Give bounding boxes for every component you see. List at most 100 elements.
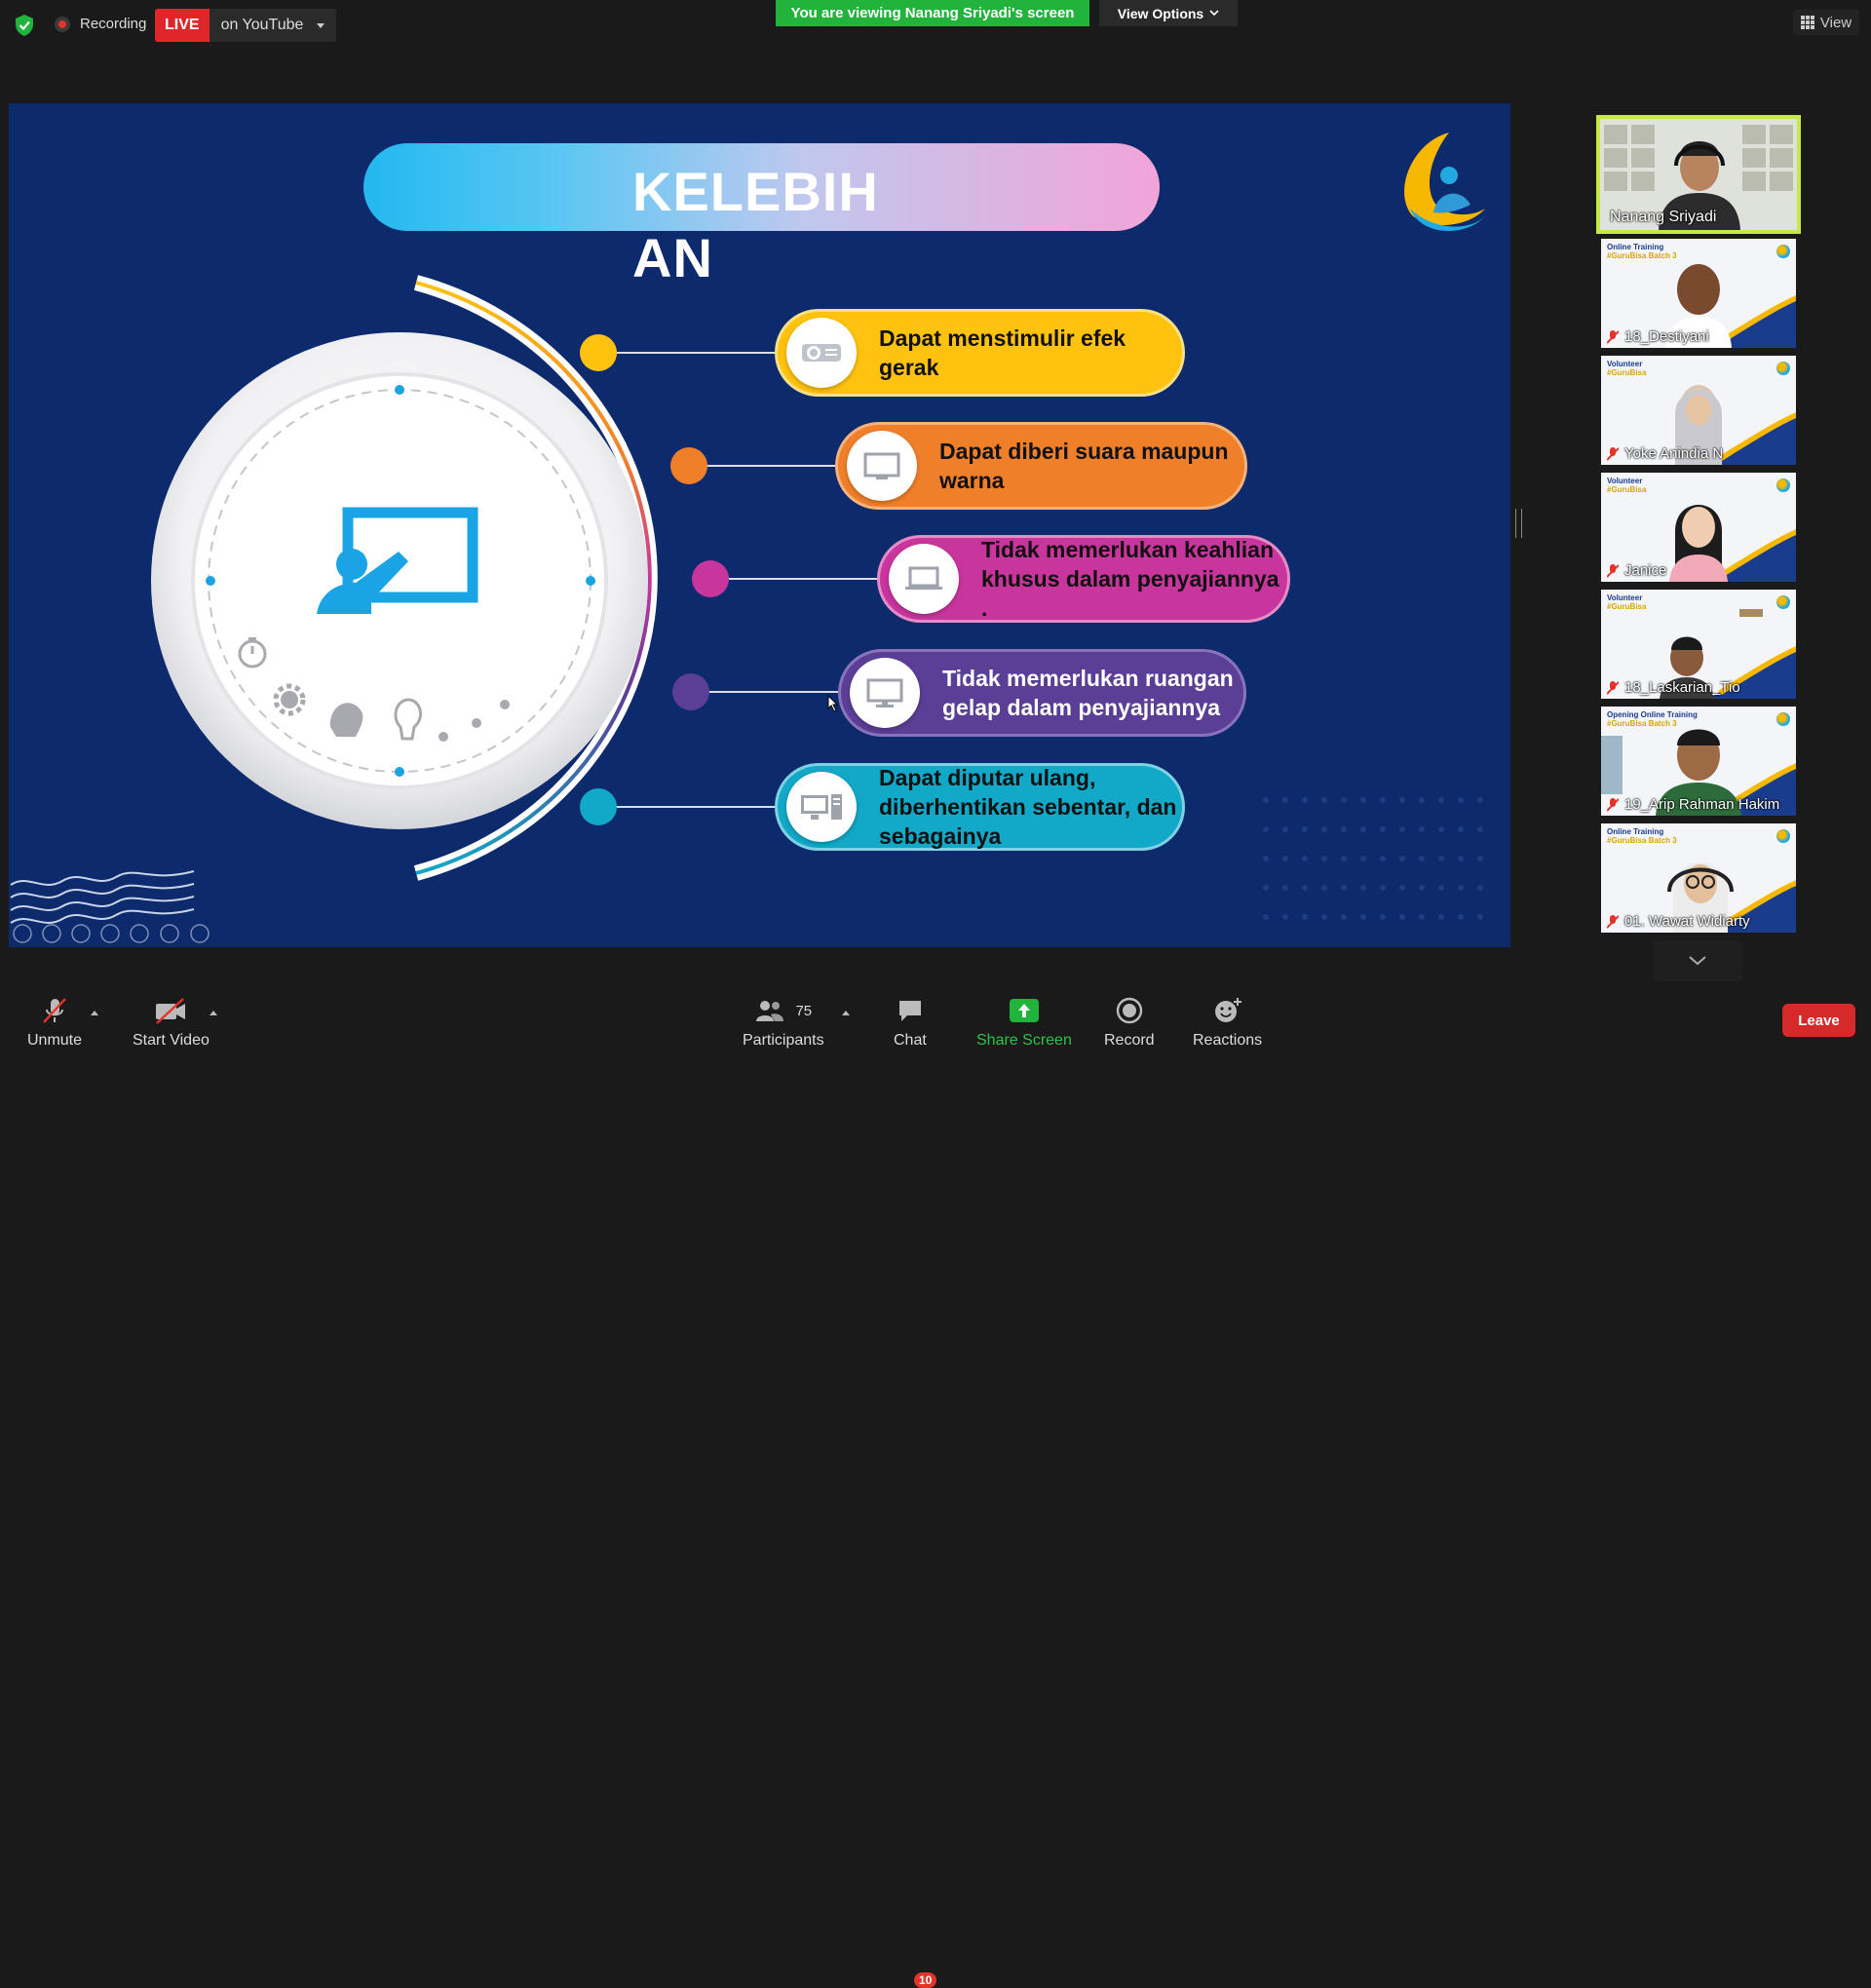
gallery-scroll-down-button[interactable]: [1653, 940, 1742, 981]
audio-options-caret[interactable]: [91, 1011, 98, 1015]
active-speaker-tile[interactable]: Nanang Sriyadi: [1596, 115, 1801, 234]
leave-button[interactable]: Leave: [1782, 1004, 1855, 1037]
advantage-item-5: Dapat diputar ulang, diberhentikan seben…: [775, 763, 1185, 851]
participant-name: Yoke Anindia N: [1607, 445, 1723, 462]
participant-tile[interactable]: Volunteer #GuruBisa Janice: [1601, 473, 1796, 582]
view-button[interactable]: View: [1793, 10, 1859, 35]
mic-muted-icon: [1607, 680, 1619, 695]
mouse-cursor-icon: [827, 695, 839, 712]
participant-tile[interactable]: Online Training #GuruBisa Batch 3 01. Waw…: [1601, 823, 1796, 933]
view-label: View: [1819, 14, 1852, 31]
arc-dot-4: [672, 673, 709, 710]
monitor-icon: [847, 431, 917, 501]
participants-icon: [756, 1001, 784, 1021]
caret-down-icon: [317, 22, 325, 28]
gurubisa-logo-icon: [1776, 829, 1790, 843]
desktop-icon: [850, 658, 920, 728]
participants-options-caret[interactable]: [842, 1011, 850, 1015]
tile-tag: Opening Online Training #GuruBisa Batch 3: [1607, 710, 1698, 728]
mic-muted-icon: [1607, 914, 1619, 929]
advantage-item-2: Dapat diberi suara maupun warna: [835, 422, 1247, 510]
advantage-item-4: Tidak memerlukan ruangan gelap dalam pen…: [838, 649, 1246, 737]
record-dot-icon: [55, 16, 70, 32]
live-stream-button[interactable]: LIVE on YouTube: [155, 9, 337, 42]
advantage-item-1: Dapat menstimulir efek gerak: [775, 309, 1185, 397]
participant-tile[interactable]: Volunteer #GuruBisa 18_Laskarian_Tio: [1601, 590, 1796, 699]
unmute-label: Unmute: [27, 1032, 83, 1049]
participant-name: 01. Wawat Widiarty: [1607, 913, 1750, 930]
live-target[interactable]: on YouTube: [209, 9, 337, 42]
tile-tag: Online Training #GuruBisa Batch 3: [1607, 243, 1677, 260]
tile-tag: Volunteer #GuruBisa: [1607, 593, 1647, 611]
view-options-button[interactable]: View Options: [1099, 0, 1238, 26]
laptop-icon: [889, 544, 959, 614]
share-screen-icon: [1009, 999, 1039, 1022]
computer-icon: [786, 772, 857, 842]
slide-title: KELEBIHAN: [632, 161, 879, 288]
mic-muted-icon: [1607, 329, 1619, 344]
advantage-text-3: Tidak memerlukan keahlian khusus dalam p…: [981, 537, 1279, 621]
advantage-text-5: Dapat diputar ulang, diberhentikan seben…: [879, 765, 1177, 849]
mic-muted-icon: [1607, 563, 1619, 578]
chat-button[interactable]: Chat: [894, 997, 927, 1050]
arc-dot-3: [692, 560, 729, 597]
participant-tile[interactable]: Volunteer #GuruBisa Yoke Anindia N: [1601, 356, 1796, 465]
gurubisa-logo-icon: [1776, 712, 1790, 726]
tile-tag: Volunteer #GuruBisa: [1607, 360, 1647, 377]
arc-dot-5: [580, 788, 617, 825]
video-off-icon: [156, 998, 186, 1024]
reactions-button[interactable]: Reactions: [1193, 997, 1262, 1050]
reactions-label: Reactions: [1193, 1032, 1263, 1049]
participants-button[interactable]: 75 Participants: [743, 997, 824, 1050]
participant-name: 18_Destiyani: [1607, 328, 1709, 345]
participants-count: 75: [795, 1002, 813, 1019]
gurubisa-logo-icon: [1776, 595, 1790, 609]
live-badge: LIVE: [155, 9, 210, 42]
tile-tag: Volunteer #GuruBisa: [1607, 477, 1647, 494]
video-options-caret[interactable]: [210, 1011, 217, 1015]
chat-unread-badge: 10: [914, 1972, 937, 1988]
record-button[interactable]: Record: [1104, 997, 1155, 1050]
projector-icon: [786, 318, 857, 388]
gurubisa-logo: [1404, 133, 1488, 232]
gurubisa-logo-icon: [1776, 362, 1790, 375]
security-shield-icon[interactable]: [14, 14, 35, 37]
advantage-text-1: Dapat menstimulir efek gerak: [879, 325, 1126, 380]
advantage-text-2: Dapat diberi suara maupun warna: [939, 439, 1229, 493]
participant-name: 18_Laskarian_Tio: [1607, 679, 1740, 696]
mic-muted-icon: [43, 998, 66, 1023]
view-options-label: View Options: [1117, 5, 1204, 21]
dot-grid: [1263, 797, 1483, 920]
participant-name: 19_Arip Rahman Hakim: [1607, 796, 1779, 813]
shared-screen: KELEBIHAN Dapat menstimulir efek gerak D…: [9, 103, 1510, 947]
chevron-down-icon: [1689, 956, 1706, 966]
record-icon: [1116, 997, 1142, 1024]
record-label: Record: [1104, 1032, 1155, 1049]
chat-label: Chat: [894, 1032, 927, 1049]
share-screen-label: Share Screen: [976, 1032, 1072, 1049]
recording-label: Recording: [80, 16, 147, 32]
slide-controls: [13, 924, 210, 943]
arc-dot-2: [670, 447, 707, 484]
share-screen-button[interactable]: Share Screen: [976, 997, 1072, 1050]
participant-tile[interactable]: Opening Online Training #GuruBisa Batch 3…: [1601, 707, 1796, 816]
chevron-down-icon: [1209, 10, 1219, 17]
mic-muted-icon: [1607, 446, 1619, 461]
start-video-label: Start Video: [133, 1032, 210, 1049]
meeting-toolbar: Unmute Start Video 75 Participants Chat …: [0, 979, 1871, 1988]
advantage-item-3: Tidak memerlukan keahlian khusus dalam p…: [877, 535, 1290, 623]
participant-tile[interactable]: Online Training #GuruBisa Batch 3 18_Dest…: [1601, 239, 1796, 348]
participants-label: Participants: [743, 1032, 824, 1049]
recording-indicator[interactable]: Recording: [55, 16, 146, 32]
unmute-button[interactable]: Unmute: [27, 997, 82, 1050]
gurubisa-logo-icon: [1776, 245, 1790, 258]
participant-name: Janice: [1607, 562, 1666, 579]
mic-muted-icon: [1607, 797, 1619, 812]
panel-resize-handle[interactable]: [1515, 509, 1522, 538]
tile-tag: Online Training #GuruBisa Batch 3: [1607, 827, 1677, 845]
chat-icon: [898, 1001, 921, 1021]
speaker-name: Nanang Sriyadi: [1610, 209, 1717, 225]
start-video-button[interactable]: Start Video: [133, 997, 210, 1050]
arc-dot-1: [580, 334, 617, 371]
gurubisa-logo-icon: [1776, 478, 1790, 492]
